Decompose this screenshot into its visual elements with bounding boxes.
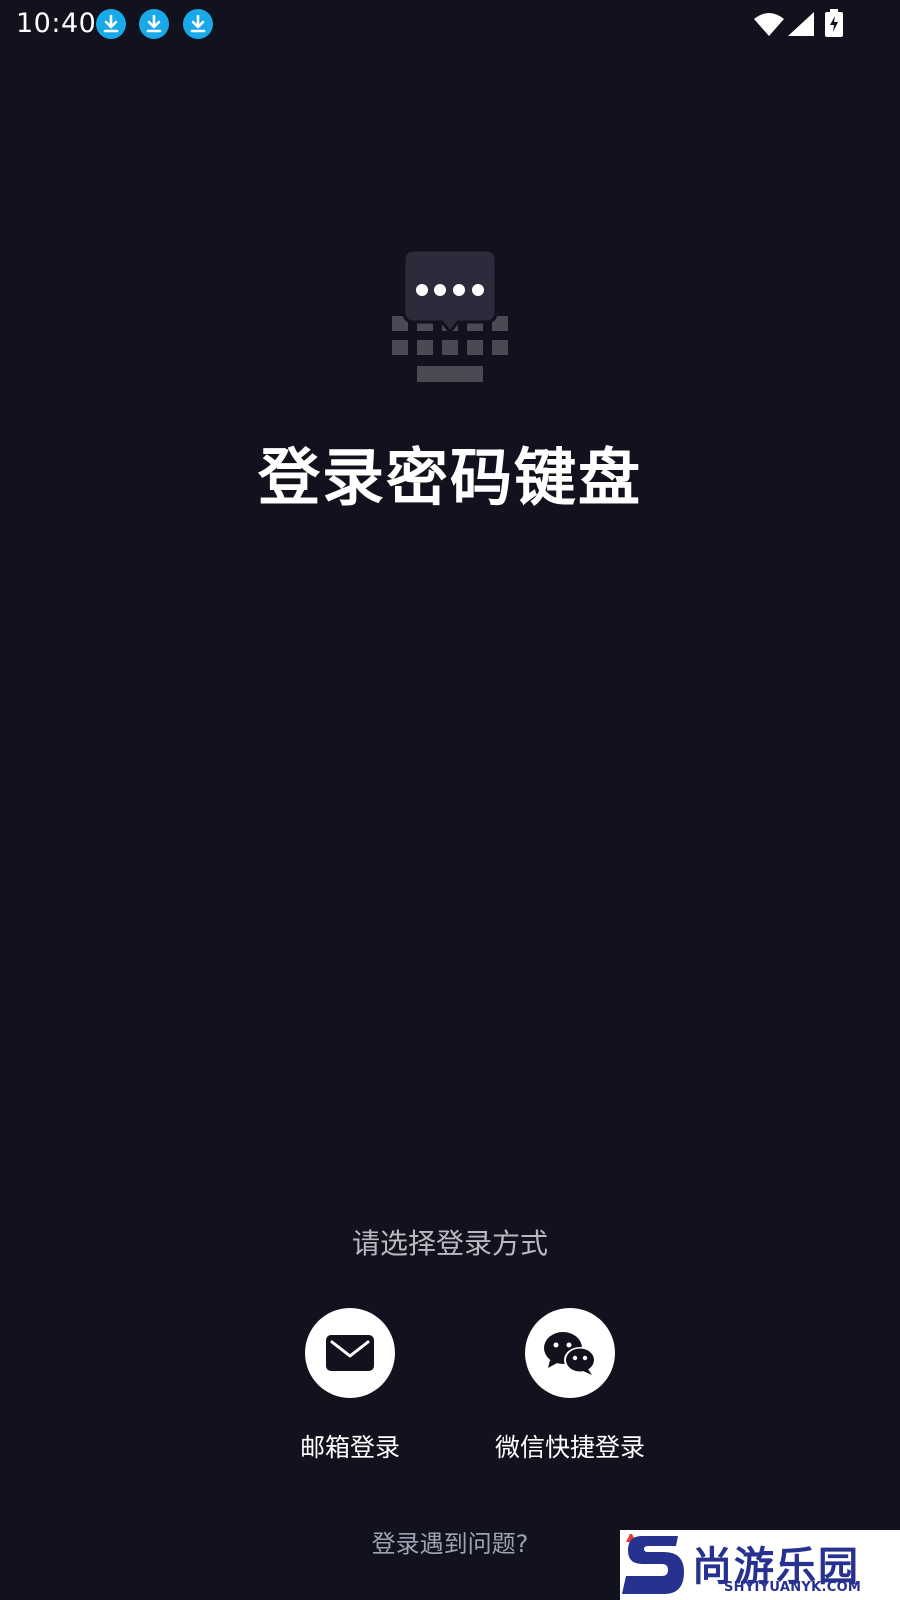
wifi-icon [754,13,784,36]
watermark: 尚游乐园 SHYIYUANYK.COM [620,1530,900,1600]
watermark-subtext: SHYIYUANYK.COM [724,1580,862,1595]
keyboard-password-icon [392,250,508,382]
wechat-login-button[interactable] [525,1308,615,1398]
mail-icon [326,1335,374,1371]
app-title: 登录密码键盘 [257,441,642,514]
wechat-login-label[interactable]: 微信快捷登录 [460,1428,680,1464]
download-icon [183,9,213,39]
wechat-icon [544,1332,596,1375]
watermark-logo-icon [622,1534,684,1594]
email-login-option[interactable]: 邮箱登录 [240,1308,460,1464]
status-bar: 10:40 [0,0,900,50]
download-icon [139,9,169,39]
status-time: 10:40 [16,8,97,39]
download-icon [96,9,126,39]
email-login-button[interactable] [305,1308,395,1398]
login-method-prompt: 请选择登录方式 [351,1227,548,1260]
wechat-login-option[interactable]: 微信快捷登录 [460,1308,680,1464]
email-login-label[interactable]: 邮箱登录 [240,1428,460,1464]
signal-icon [788,12,814,36]
battery-charging-icon [825,9,843,37]
